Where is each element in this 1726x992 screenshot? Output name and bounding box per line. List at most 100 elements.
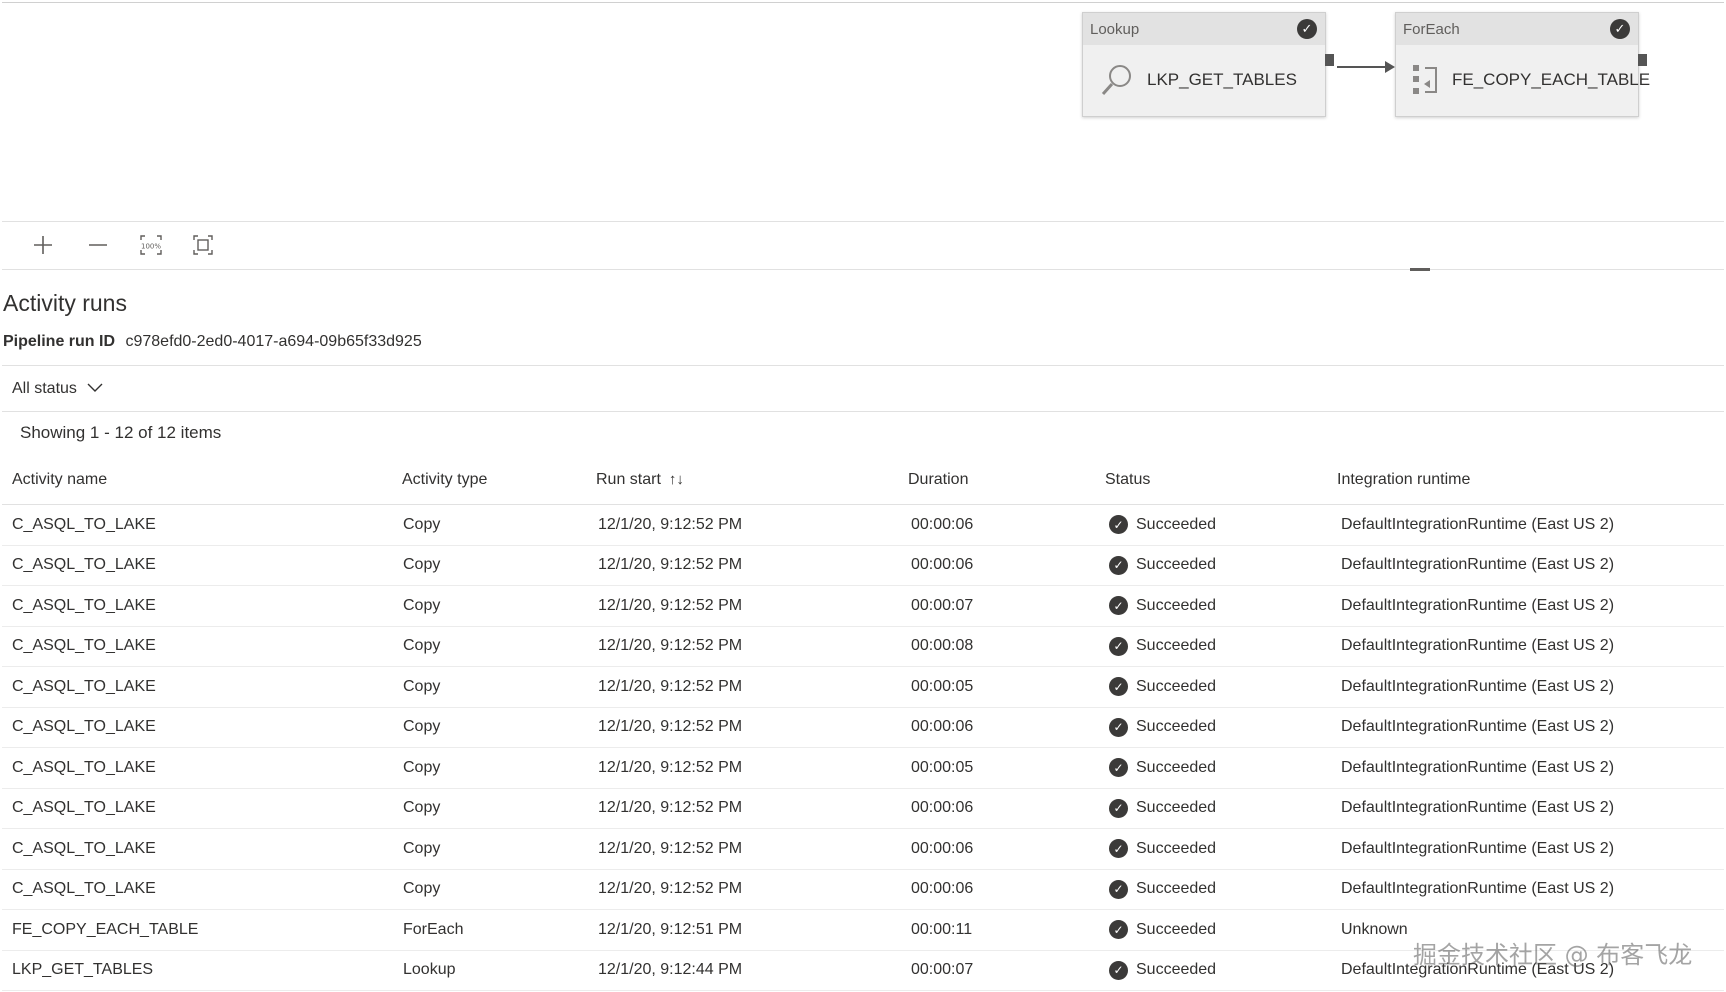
success-check-icon: ✓ xyxy=(1109,758,1128,778)
duration-cell: 00:00:08 xyxy=(908,626,1105,667)
table-row[interactable]: C_ASQL_TO_LAKE Copy 12/1/20, 9:12:52 PM 00:… xyxy=(2,869,1724,910)
activity-name-cell[interactable]: LKP_GET_TABLES xyxy=(2,950,402,991)
success-check-icon: ✓ xyxy=(1109,596,1128,616)
lookup-activity-node[interactable]: Lookup ✓ LKP_GET_TABLES xyxy=(1082,12,1334,117)
table-row[interactable]: C_ASQL_TO_LAKE Copy 12/1/20, 9:12:52 PM 00:… xyxy=(2,666,1724,708)
zoom-out-icon[interactable] xyxy=(83,230,113,260)
activity-name-cell[interactable]: C_ASQL_TO_LAKE xyxy=(2,504,402,546)
activity-name-cell[interactable]: C_ASQL_TO_LAKE xyxy=(2,747,402,789)
pipeline-canvas[interactable]: Lookup ✓ LKP_GET_TABLES ForEach ✓ FE_COP… xyxy=(2,2,1724,221)
run-start-cell: 12/1/20, 9:12:52 PM xyxy=(596,747,908,789)
pipeline-monitor-page: Lookup ✓ LKP_GET_TABLES ForEach ✓ FE_COP… xyxy=(0,0,1726,992)
zoom-in-icon[interactable] xyxy=(28,230,58,260)
status-text: Succeeded xyxy=(1136,637,1217,655)
zoom-100-icon[interactable]: 100% xyxy=(136,230,166,260)
status-cell: ✓ Succeeded xyxy=(1105,909,1337,951)
run-start-cell: 12/1/20, 9:12:52 PM xyxy=(596,828,908,870)
divider xyxy=(2,411,1724,412)
status-text: Succeeded xyxy=(1136,839,1217,857)
status-text: Succeeded xyxy=(1136,799,1217,817)
duration-cell: 00:00:05 xyxy=(908,666,1105,708)
status-text: Succeeded xyxy=(1136,758,1217,776)
table-row[interactable]: C_ASQL_TO_LAKE Copy 12/1/20, 9:12:52 PM 00:… xyxy=(2,747,1724,789)
fit-to-screen-icon[interactable] xyxy=(188,230,218,260)
run-start-cell: 12/1/20, 9:12:51 PM xyxy=(596,909,908,951)
node-type-label: Lookup xyxy=(1090,20,1140,38)
activity-name-cell[interactable]: C_ASQL_TO_LAKE xyxy=(2,707,402,748)
table-row[interactable]: C_ASQL_TO_LAKE Copy 12/1/20, 9:12:52 PM 00:… xyxy=(2,788,1724,829)
status-filter-dropdown[interactable]: All status xyxy=(12,380,103,398)
column-header-duration[interactable]: Duration xyxy=(908,456,1105,505)
duration-cell: 00:00:05 xyxy=(908,747,1105,789)
activity-name-cell[interactable]: FE_COPY_EACH_TABLE xyxy=(2,909,402,951)
foreach-activity-node[interactable]: ForEach ✓ FE_COPY_EACH_TABLE xyxy=(1395,12,1650,117)
status-cell: ✓ Succeeded xyxy=(1105,788,1337,829)
table-row[interactable]: C_ASQL_TO_LAKE Copy 12/1/20, 9:12:52 PM 00:… xyxy=(2,545,1724,586)
table-header-row: Activity name Activity type Run start ↑↓ … xyxy=(2,456,1724,505)
status-text: Succeeded xyxy=(1136,880,1217,898)
activity-name-cell[interactable]: C_ASQL_TO_LAKE xyxy=(2,788,402,829)
activity-type-cell: Copy xyxy=(402,788,596,829)
node-type-label: ForEach xyxy=(1403,20,1460,38)
column-header-status[interactable]: Status xyxy=(1105,456,1337,505)
duration-cell: 00:00:06 xyxy=(908,788,1105,829)
status-text: Succeeded xyxy=(1136,596,1217,614)
status-text: Succeeded xyxy=(1136,677,1217,695)
run-start-cell: 12/1/20, 9:12:52 PM xyxy=(596,585,908,627)
status-cell: ✓ Succeeded xyxy=(1105,666,1337,708)
status-cell: ✓ Succeeded xyxy=(1105,626,1337,667)
pipeline-run-id: Pipeline run ID c978efd0-2ed0-4017-a694-… xyxy=(3,333,422,351)
node-name: FE_COPY_EACH_TABLE xyxy=(1452,70,1651,89)
node-body: FE_COPY_EACH_TABLE xyxy=(1396,45,1650,115)
activity-type-cell: ForEach xyxy=(402,909,596,951)
duration-cell: 00:00:06 xyxy=(908,707,1105,748)
status-cell: ✓ Succeeded xyxy=(1105,585,1337,627)
integration-runtime-cell: DefaultIntegrationRuntime (East US 2) xyxy=(1337,828,1724,870)
column-header-integration-runtime[interactable]: Integration runtime xyxy=(1337,456,1724,505)
activity-name-cell[interactable]: C_ASQL_TO_LAKE xyxy=(2,666,402,708)
integration-runtime-cell: DefaultIntegrationRuntime (East US 2) xyxy=(1337,707,1724,748)
chevron-down-icon xyxy=(87,380,103,398)
pipeline-run-id-value: c978efd0-2ed0-4017-a694-09b65f33d925 xyxy=(125,333,422,350)
column-header-activity-type[interactable]: Activity type xyxy=(402,456,596,505)
activity-type-cell: Copy xyxy=(402,707,596,748)
column-header-run-start[interactable]: Run start ↑↓ xyxy=(596,456,908,505)
success-check-icon: ✓ xyxy=(1297,19,1317,39)
activity-name-cell[interactable]: C_ASQL_TO_LAKE xyxy=(2,869,402,910)
table-row[interactable]: C_ASQL_TO_LAKE Copy 12/1/20, 9:12:52 PM 00:… xyxy=(2,707,1724,748)
table-row[interactable]: C_ASQL_TO_LAKE Copy 12/1/20, 9:12:52 PM 00:… xyxy=(2,585,1724,627)
duration-cell: 00:00:06 xyxy=(908,504,1105,546)
pane-splitter-handle[interactable] xyxy=(1410,268,1430,271)
table-row[interactable]: C_ASQL_TO_LAKE Copy 12/1/20, 9:12:52 PM 00:… xyxy=(2,828,1724,870)
pipeline-run-id-label: Pipeline run ID xyxy=(3,333,116,350)
dependency-arrow xyxy=(1337,61,1395,73)
input-port[interactable] xyxy=(1387,54,1396,66)
run-start-cell: 12/1/20, 9:12:52 PM xyxy=(596,666,908,708)
integration-runtime-cell: DefaultIntegrationRuntime (East US 2) xyxy=(1337,626,1724,667)
output-port[interactable] xyxy=(1638,54,1647,66)
status-text: Succeeded xyxy=(1136,556,1217,574)
activity-name-cell[interactable]: C_ASQL_TO_LAKE xyxy=(2,626,402,667)
success-check-icon: ✓ xyxy=(1109,798,1128,818)
duration-cell: 00:00:11 xyxy=(908,909,1105,951)
items-count: Showing 1 - 12 of 12 items xyxy=(20,423,222,442)
activity-type-cell: Lookup xyxy=(402,950,596,991)
sort-icon[interactable]: ↑↓ xyxy=(669,471,684,488)
run-start-cell: 12/1/20, 9:12:52 PM xyxy=(596,626,908,667)
integration-runtime-cell: DefaultIntegrationRuntime (East US 2) xyxy=(1337,545,1724,586)
duration-cell: 00:00:06 xyxy=(908,828,1105,870)
success-check-icon: ✓ xyxy=(1109,960,1128,980)
activity-name-cell[interactable]: C_ASQL_TO_LAKE xyxy=(2,828,402,870)
status-text: Succeeded xyxy=(1136,920,1217,938)
activity-name-cell[interactable]: C_ASQL_TO_LAKE xyxy=(2,585,402,627)
svg-text:100%: 100% xyxy=(141,243,161,251)
status-cell: ✓ Succeeded xyxy=(1105,950,1337,991)
table-row[interactable]: C_ASQL_TO_LAKE Copy 12/1/20, 9:12:52 PM 00:… xyxy=(2,626,1724,667)
table-row[interactable]: C_ASQL_TO_LAKE Copy 12/1/20, 9:12:52 PM 00:… xyxy=(2,504,1724,546)
column-header-activity-name[interactable]: Activity name xyxy=(2,456,402,505)
output-port[interactable] xyxy=(1325,54,1334,66)
activity-type-cell: Copy xyxy=(402,585,596,627)
run-start-cell: 12/1/20, 9:12:52 PM xyxy=(596,788,908,829)
foreach-icon xyxy=(1410,60,1442,100)
activity-name-cell[interactable]: C_ASQL_TO_LAKE xyxy=(2,545,402,586)
